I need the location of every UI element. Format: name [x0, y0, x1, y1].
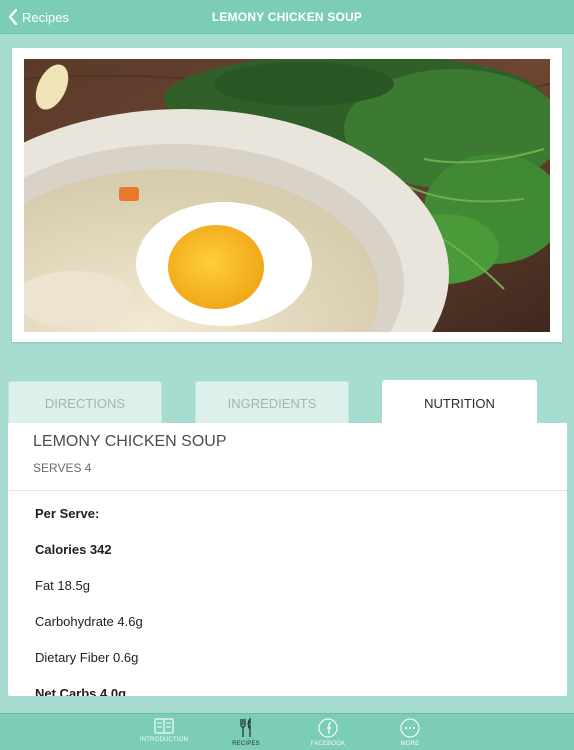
tabbar-label: INTRODUCTION — [139, 737, 189, 743]
nutrition-item-carbohydrate: Carbohydrate 4.6g — [35, 614, 143, 629]
nutrition-item-per-serve: Per Serve: — [35, 506, 100, 521]
navigation-bar: Recipes LEMONY CHICKEN SOUP — [0, 0, 574, 34]
nutrition-list: Per Serve: Calories 342 Fat 18.5g Carboh… — [35, 506, 535, 696]
tabbar-facebook[interactable]: FACEBOOK — [293, 718, 363, 747]
tabbar-label: RECIPES — [232, 741, 260, 747]
book-icon — [154, 718, 174, 734]
tab-directions[interactable]: DIRECTIONS — [8, 381, 162, 424]
tab-ingredients[interactable]: INGREDIENTS — [195, 381, 349, 424]
nutrition-panel: LEMONY CHICKEN SOUP SERVES 4 Per Serve: … — [8, 423, 567, 696]
page-title: LEMONY CHICKEN SOUP — [211, 10, 363, 24]
divider — [8, 490, 567, 491]
tabbar-recipes[interactable]: RECIPES — [211, 718, 281, 747]
serves-label: SERVES 4 — [33, 461, 92, 475]
nutrition-item-calories: Calories 342 — [35, 542, 112, 557]
tabbar-more[interactable]: MORE — [375, 718, 445, 747]
more-icon — [400, 718, 420, 738]
recipe-title: LEMONY CHICKEN SOUP — [33, 433, 227, 450]
nutrition-item-dietary-fiber: Dietary Fiber 0.6g — [35, 650, 139, 665]
facebook-icon — [318, 718, 338, 738]
tabbar-label: FACEBOOK — [310, 741, 346, 747]
tabbar-label: MORE — [400, 741, 420, 747]
bottom-tab-bar: INTRODUCTION RECIPES FACEBOOK MORE — [0, 713, 574, 750]
nutrition-item-fat: Fat 18.5g — [35, 578, 90, 593]
recipe-image-card — [12, 48, 562, 342]
nutrition-item-net-carbs: Net Carbs 4.0g — [35, 686, 127, 696]
utensils-icon — [240, 718, 251, 737]
tab-nutrition[interactable]: NUTRITION — [382, 380, 537, 425]
recipe-photo — [24, 59, 550, 332]
tabbar-introduction[interactable]: INTRODUCTION — [129, 718, 199, 743]
